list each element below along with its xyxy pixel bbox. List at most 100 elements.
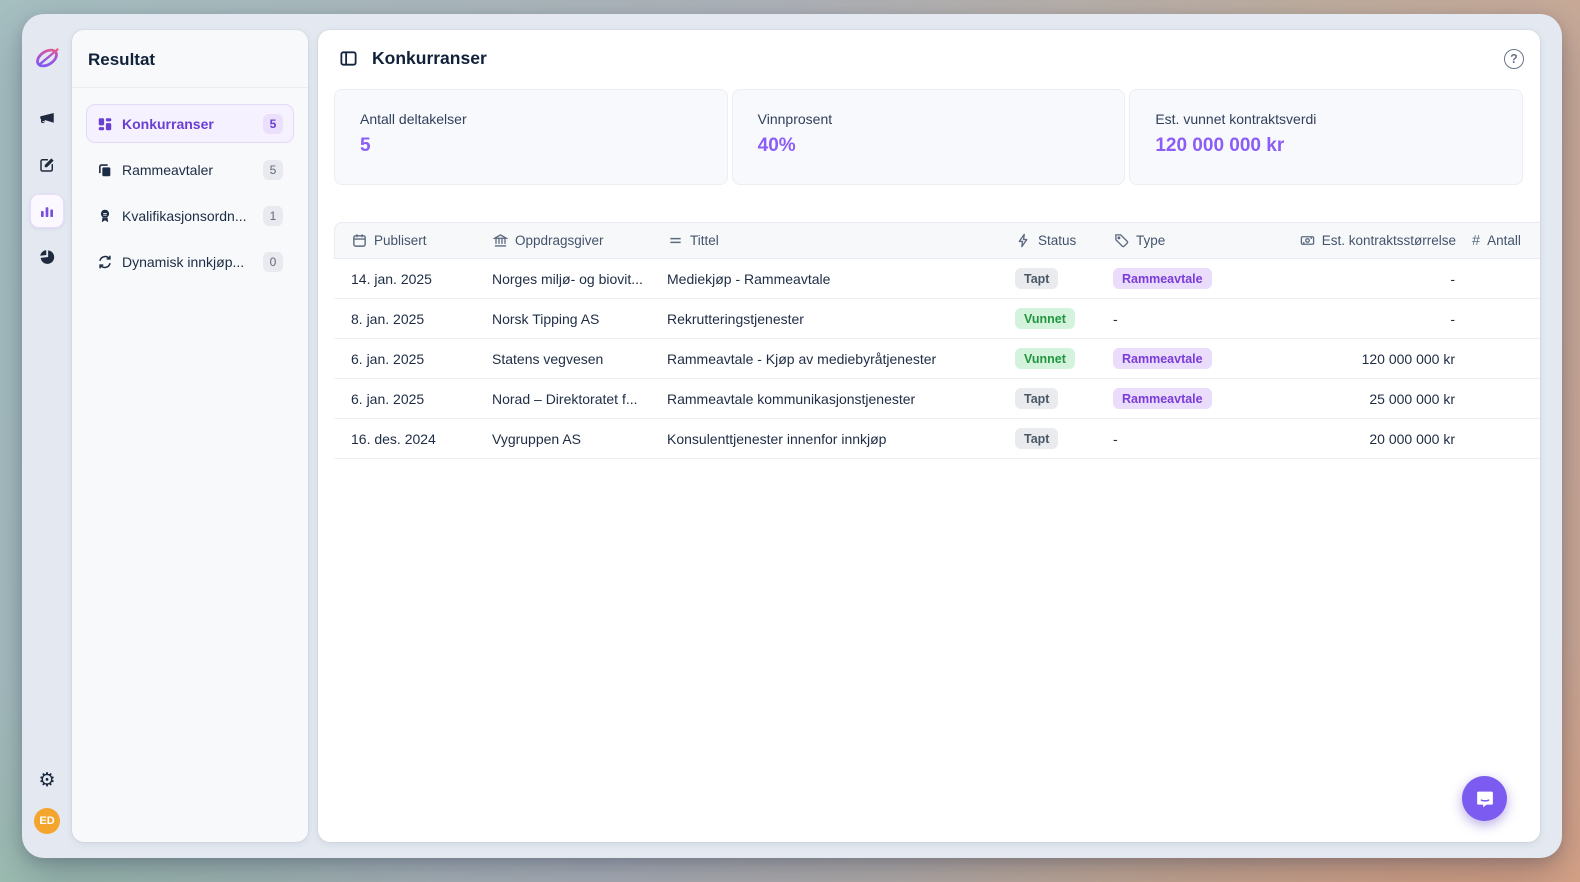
sidebar-item-konkurranser[interactable]: Konkurranser 5 — [86, 104, 294, 143]
cell-oppdragsgiver: Vygruppen AS — [484, 431, 659, 447]
sidebar-item-label: Rammeavtaler — [122, 162, 254, 178]
help-icon[interactable]: ? — [1504, 49, 1524, 69]
table-row[interactable]: 8. jan. 2025 Norsk Tipping AS Rekrutteri… — [334, 299, 1540, 339]
column-header-status[interactable]: Status — [1008, 233, 1106, 248]
stats-row: Antall deltakelser 5 Vinnprosent 40% Est… — [334, 89, 1523, 185]
cell-type: Rammeavtale — [1105, 388, 1268, 409]
main-panel: Konkurranser ? Antall deltakelser 5 Vinn… — [318, 30, 1540, 842]
stat-label: Vinnprosent — [758, 111, 1100, 127]
cell-publisert: 8. jan. 2025 — [334, 311, 484, 327]
column-header-kontraktsstorrelse[interactable]: Est. kontraktsstørrelse — [1269, 233, 1464, 248]
cell-oppdragsgiver: Statens vegvesen — [484, 351, 659, 367]
cell-kontraktsstorrelse: 25 000 000 kr — [1268, 391, 1463, 407]
column-header-type[interactable]: Type — [1106, 233, 1269, 248]
count-badge: 0 — [263, 252, 283, 272]
sync-icon — [97, 254, 113, 270]
lines-icon — [668, 233, 683, 248]
cell-type: - — [1105, 431, 1268, 447]
stat-label: Est. vunnet kontraktsverdi — [1155, 111, 1497, 127]
panel-toggle-icon[interactable] — [339, 49, 358, 68]
kanban-icon — [97, 116, 113, 132]
status-badge: Vunnet — [1015, 348, 1075, 369]
cell-oppdragsgiver: Norsk Tipping AS — [484, 311, 659, 327]
status-badge: Tapt — [1015, 268, 1058, 289]
cell-publisert: 14. jan. 2025 — [334, 271, 484, 287]
stat-value: 5 — [360, 135, 702, 157]
sidebar-item-kvalifikasjonsordninger[interactable]: Kvalifikasjonsordn... 1 — [86, 196, 294, 235]
sidebar-items: Konkurranser 5 Rammeavtaler 5 Kvalifikas… — [72, 88, 308, 304]
award-icon — [97, 208, 113, 224]
type-badge: Rammeavtale — [1113, 348, 1212, 369]
page-title: Konkurranser — [372, 48, 487, 69]
calendar-icon — [352, 233, 367, 248]
type-badge: Rammeavtale — [1113, 268, 1212, 289]
count-badge: 5 — [263, 160, 283, 180]
cell-kontraktsstorrelse: - — [1268, 271, 1463, 287]
type-badge: Rammeavtale — [1113, 388, 1212, 409]
brand-logo-icon[interactable] — [32, 42, 62, 72]
cell-oppdragsgiver: Norad – Direktoratet f... — [484, 391, 659, 407]
table-row[interactable]: 16. des. 2024 Vygruppen AS Konsulenttjen… — [334, 419, 1540, 459]
table-row[interactable]: 6. jan. 2025 Statens vegvesen Rammeavtal… — [334, 339, 1540, 379]
cell-status: Tapt — [1007, 268, 1105, 289]
type-badge: - — [1113, 431, 1118, 447]
cell-type: Rammeavtale — [1105, 268, 1268, 289]
table-container: Publisert Oppdragsgiver Tittel Status — [334, 222, 1540, 459]
hash-icon: # — [1472, 233, 1480, 249]
stat-value: 40% — [758, 135, 1100, 157]
cell-tittel: Konsulenttjenester innenfor innkjøp — [659, 431, 1007, 447]
bank-icon — [493, 233, 508, 248]
table-row[interactable]: 6. jan. 2025 Norad – Direktoratet f... R… — [334, 379, 1540, 419]
sidebar-item-label: Dynamisk innkjøp... — [122, 254, 254, 270]
cell-tittel: Mediekjøp - Rammeavtale — [659, 271, 1007, 287]
table-header-row: Publisert Oppdragsgiver Tittel Status — [334, 222, 1540, 259]
stat-card-vinnprosent: Vinnprosent 40% — [732, 89, 1126, 185]
sidebar-item-label: Konkurranser — [122, 116, 254, 132]
cell-publisert: 6. jan. 2025 — [334, 351, 484, 367]
stat-label: Antall deltakelser — [360, 111, 702, 127]
column-header-antall[interactable]: # Antall — [1464, 233, 1540, 249]
stat-card-deltakelser: Antall deltakelser 5 — [334, 89, 728, 185]
table-body: 14. jan. 2025 Norges miljø- og biovit...… — [334, 259, 1540, 459]
banknote-icon — [1300, 233, 1315, 248]
app-window: ⚙ ED Resultat Konkurranser 5 Rammeavtale… — [22, 14, 1562, 858]
main-header: Konkurranser ? — [318, 30, 1540, 87]
cell-oppdragsgiver: Norges miljø- og biovit... — [484, 271, 659, 287]
cell-publisert: 6. jan. 2025 — [334, 391, 484, 407]
cell-type: - — [1105, 311, 1268, 327]
type-badge: - — [1113, 311, 1118, 327]
sidebar-item-dynamisk-innkjop[interactable]: Dynamisk innkjøp... 0 — [86, 242, 294, 281]
cell-status: Vunnet — [1007, 308, 1105, 329]
chat-bubble-icon — [1474, 788, 1496, 810]
icon-rail: ⚙ ED — [22, 14, 72, 858]
sidebar-title: Resultat — [72, 30, 308, 88]
cell-kontraktsstorrelse: 120 000 000 kr — [1268, 351, 1463, 367]
column-header-oppdragsgiver[interactable]: Oppdragsgiver — [485, 233, 660, 248]
count-badge: 1 — [263, 206, 283, 226]
bar-chart-icon[interactable] — [30, 194, 64, 228]
status-badge: Tapt — [1015, 388, 1058, 409]
cell-status: Tapt — [1007, 388, 1105, 409]
status-badge: Vunnet — [1015, 308, 1075, 329]
gear-icon[interactable]: ⚙ — [38, 771, 55, 790]
edit-icon[interactable] — [30, 148, 64, 182]
zap-icon — [1016, 233, 1031, 248]
cell-kontraktsstorrelse: - — [1268, 311, 1463, 327]
stat-card-kontraktsverdi: Est. vunnet kontraktsverdi 120 000 000 k… — [1129, 89, 1523, 185]
stat-value: 120 000 000 kr — [1155, 135, 1497, 157]
pie-chart-icon[interactable] — [30, 240, 64, 274]
status-badge: Tapt — [1015, 428, 1058, 449]
column-header-tittel[interactable]: Tittel — [660, 233, 1008, 248]
cell-status: Vunnet — [1007, 348, 1105, 369]
sidebar-item-rammeavtaler[interactable]: Rammeavtaler 5 — [86, 150, 294, 189]
count-badge: 5 — [263, 114, 283, 134]
copy-icon — [97, 162, 113, 178]
megaphone-icon[interactable] — [30, 102, 64, 136]
avatar[interactable]: ED — [34, 808, 60, 834]
chat-launcher-button[interactable] — [1462, 776, 1507, 821]
column-header-publisert[interactable]: Publisert — [335, 233, 485, 248]
cell-type: Rammeavtale — [1105, 348, 1268, 369]
competitions-table: Publisert Oppdragsgiver Tittel Status — [334, 222, 1540, 459]
tag-icon — [1114, 233, 1129, 248]
table-row[interactable]: 14. jan. 2025 Norges miljø- og biovit...… — [334, 259, 1540, 299]
